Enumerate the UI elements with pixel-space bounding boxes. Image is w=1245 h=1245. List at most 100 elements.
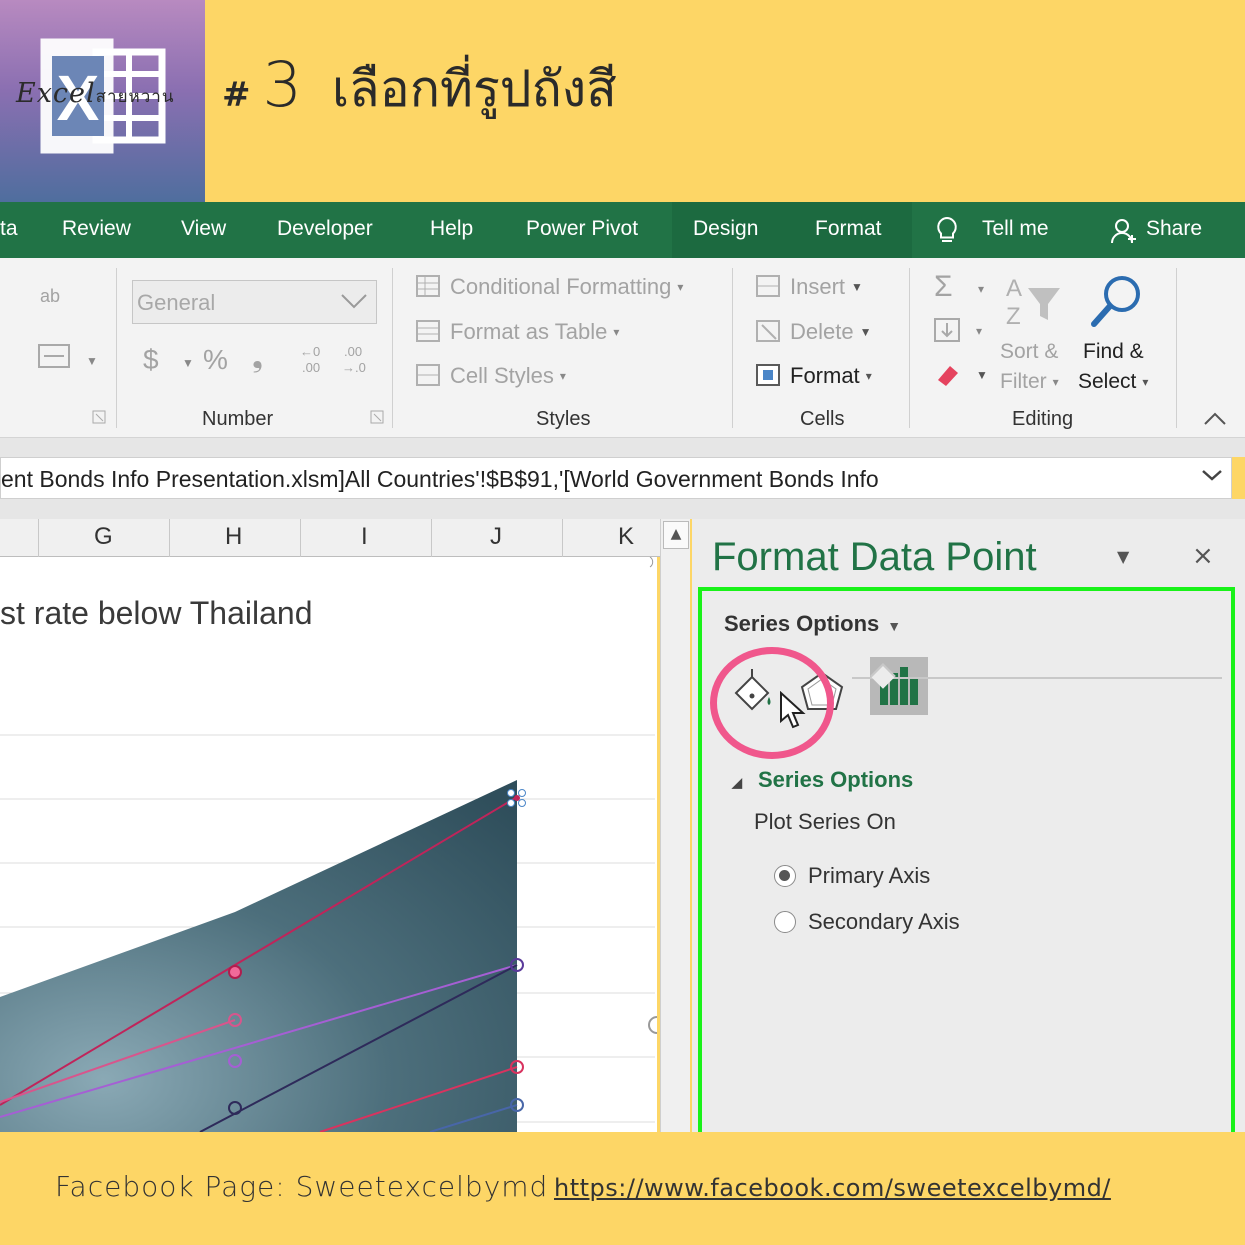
ribbon-divider <box>732 268 733 428</box>
autosum-dropdown-icon[interactable]: ▾ <box>978 282 984 296</box>
tell-me-search[interactable]: Tell me <box>982 217 1049 241</box>
format-as-table-button[interactable]: Format as Table ▾ <box>416 319 619 345</box>
number-launcher-icon[interactable] <box>370 410 384 424</box>
delete-cells-button[interactable]: Delete ▼ <box>756 319 871 345</box>
sort-filter-button[interactable]: Filter ▾ <box>1000 370 1059 394</box>
find-select-button[interactable]: Select ▾ <box>1078 370 1148 394</box>
alignment-launcher-icon[interactable] <box>92 410 106 424</box>
radio-button[interactable] <box>774 865 796 887</box>
pane-close-button[interactable]: × <box>1192 541 1214 571</box>
secondary-axis-radio[interactable]: Secondary Axis <box>774 909 960 935</box>
format-data-point-pane: Format Data Point ▼ × Series Options ▼ ◢… <box>692 519 1245 1147</box>
primary-axis-radio[interactable]: Primary Axis <box>774 863 930 889</box>
series-options-dropdown[interactable]: Series Options ▼ <box>724 611 901 637</box>
autosum-icon[interactable]: Σ <box>934 270 953 304</box>
footer-page-label: Facebook Page: Sweetexcelbymd <box>55 1170 549 1203</box>
share-button[interactable]: Share <box>1146 217 1202 241</box>
share-person-icon <box>1111 219 1136 244</box>
radio-button[interactable] <box>774 911 796 933</box>
lightbulb-icon <box>937 216 957 242</box>
insert-cells-button[interactable]: Insert ▼ <box>756 274 863 300</box>
formula-spacer <box>0 499 1245 519</box>
column-header-h[interactable]: H <box>225 523 242 551</box>
column-header-g[interactable]: G <box>94 523 113 551</box>
chart-title[interactable]: st rate below Thailand <box>0 595 312 632</box>
vertical-scrollbar[interactable]: ▲ <box>660 519 690 1132</box>
collapse-ribbon-icon[interactable] <box>1203 410 1227 426</box>
formula-text: ent Bonds Info Presentation.xlsm]All Cou… <box>1 466 879 492</box>
increase-decimal-icon[interactable]: ←0 .00 <box>298 342 332 376</box>
svg-text:Z: Z <box>1006 303 1021 328</box>
tab-data[interactable]: ta <box>0 217 18 241</box>
sort-filter-label-1[interactable]: Sort & <box>1000 340 1058 364</box>
step-number: #3 <box>222 48 302 121</box>
eraser-icon[interactable] <box>934 362 962 388</box>
footer: Facebook Page: Sweetexcelbymd https://ww… <box>0 1132 1245 1245</box>
currency-format-button[interactable]: $ <box>143 344 159 376</box>
pane-title: Format Data Point <box>712 535 1037 579</box>
ribbon-divider <box>1176 268 1177 428</box>
scroll-up-button[interactable]: ▲ <box>663 521 689 549</box>
svg-text:.00: .00 <box>344 344 362 359</box>
clear-dropdown-icon[interactable]: ▼ <box>976 368 988 382</box>
column-header-j[interactable]: J <box>490 523 502 551</box>
tab-review[interactable]: Review <box>62 217 131 241</box>
ribbon-tab-bar: ta Review View Developer Help Power Pivo… <box>0 202 1245 258</box>
conditional-formatting-icon <box>416 275 440 297</box>
currency-dropdown-icon[interactable]: ▼ <box>182 356 194 370</box>
pane-options-dropdown-icon[interactable]: ▼ <box>1117 547 1129 566</box>
svg-text:←0: ←0 <box>300 344 320 359</box>
cell-styles-button[interactable]: Cell Styles ▾ <box>416 363 566 389</box>
decrease-decimal-icon[interactable]: .00 →.0 <box>340 342 374 376</box>
tab-design[interactable]: Design <box>693 217 758 241</box>
find-magnifier-icon[interactable] <box>1090 272 1146 328</box>
group-label-editing: Editing <box>1012 408 1074 430</box>
fill-down-icon[interactable] <box>934 318 962 344</box>
format-as-table-icon <box>416 320 440 342</box>
brand-logo: X Excelสายหวาน <box>0 0 205 202</box>
column-header-k[interactable]: K <box>618 523 634 551</box>
ribbon: ab ▼ General $ ▼ % ❟ ←0 .00 .00 →.0 Numb… <box>0 258 1245 438</box>
facebook-page-link[interactable]: https://www.facebook.com/sweetexcelbymd/ <box>554 1174 1111 1202</box>
insert-cells-icon <box>756 275 780 297</box>
merge-dropdown-icon[interactable]: ▼ <box>86 354 98 368</box>
number-format-select[interactable]: General <box>132 280 377 324</box>
format-cells-button[interactable]: Format ▾ <box>756 363 872 389</box>
conditional-formatting-button[interactable]: Conditional Formatting ▾ <box>416 274 683 300</box>
ribbon-divider <box>909 268 910 428</box>
highlight-frame: Series Options ▼ ◢ Series Options Plot S… <box>698 587 1235 1147</box>
ribbon-divider <box>116 268 117 428</box>
fill-dropdown-icon[interactable]: ▾ <box>976 324 982 338</box>
data-point[interactable] <box>228 965 242 979</box>
percent-style-button[interactable]: % <box>203 344 228 376</box>
svg-text:→.0: →.0 <box>342 360 366 375</box>
column-headers: G H I J K <box>0 519 660 557</box>
tab-power-pivot[interactable]: Power Pivot <box>526 217 638 241</box>
embedded-chart[interactable] <box>0 557 660 1132</box>
divider <box>852 677 1222 679</box>
find-select-label-1[interactable]: Find & <box>1083 340 1144 364</box>
expand-formula-bar-icon[interactable] <box>1201 467 1223 483</box>
svg-text:.00: .00 <box>302 360 320 375</box>
sort-filter-icon[interactable]: A Z <box>1004 272 1064 328</box>
pane-icon-tabs <box>710 647 1222 759</box>
format-cells-icon <box>756 364 780 386</box>
wrap-text-icon[interactable]: ab <box>40 286 60 307</box>
tab-format[interactable]: Format <box>815 217 882 241</box>
tab-help[interactable]: Help <box>430 217 473 241</box>
series-options-section-header[interactable]: ◢ Series Options <box>732 767 913 793</box>
mouse-cursor-icon <box>780 691 806 729</box>
merge-center-icon[interactable] <box>38 344 72 370</box>
column-header-i[interactable]: I <box>361 523 368 551</box>
tab-developer[interactable]: Developer <box>277 217 373 241</box>
step-title: #3 เลือกที่รูปถังสี <box>222 48 617 129</box>
chevron-down-icon <box>341 294 367 309</box>
ribbon-divider <box>392 268 393 428</box>
tab-view[interactable]: View <box>181 217 226 241</box>
ribbon-spacer <box>0 438 1245 457</box>
group-label-styles: Styles <box>536 408 591 430</box>
comma-style-button[interactable]: ❟ <box>252 342 263 375</box>
cell-styles-icon <box>416 364 440 386</box>
group-label-cells: Cells <box>800 408 845 430</box>
formula-bar[interactable]: ent Bonds Info Presentation.xlsm]All Cou… <box>0 457 1232 499</box>
